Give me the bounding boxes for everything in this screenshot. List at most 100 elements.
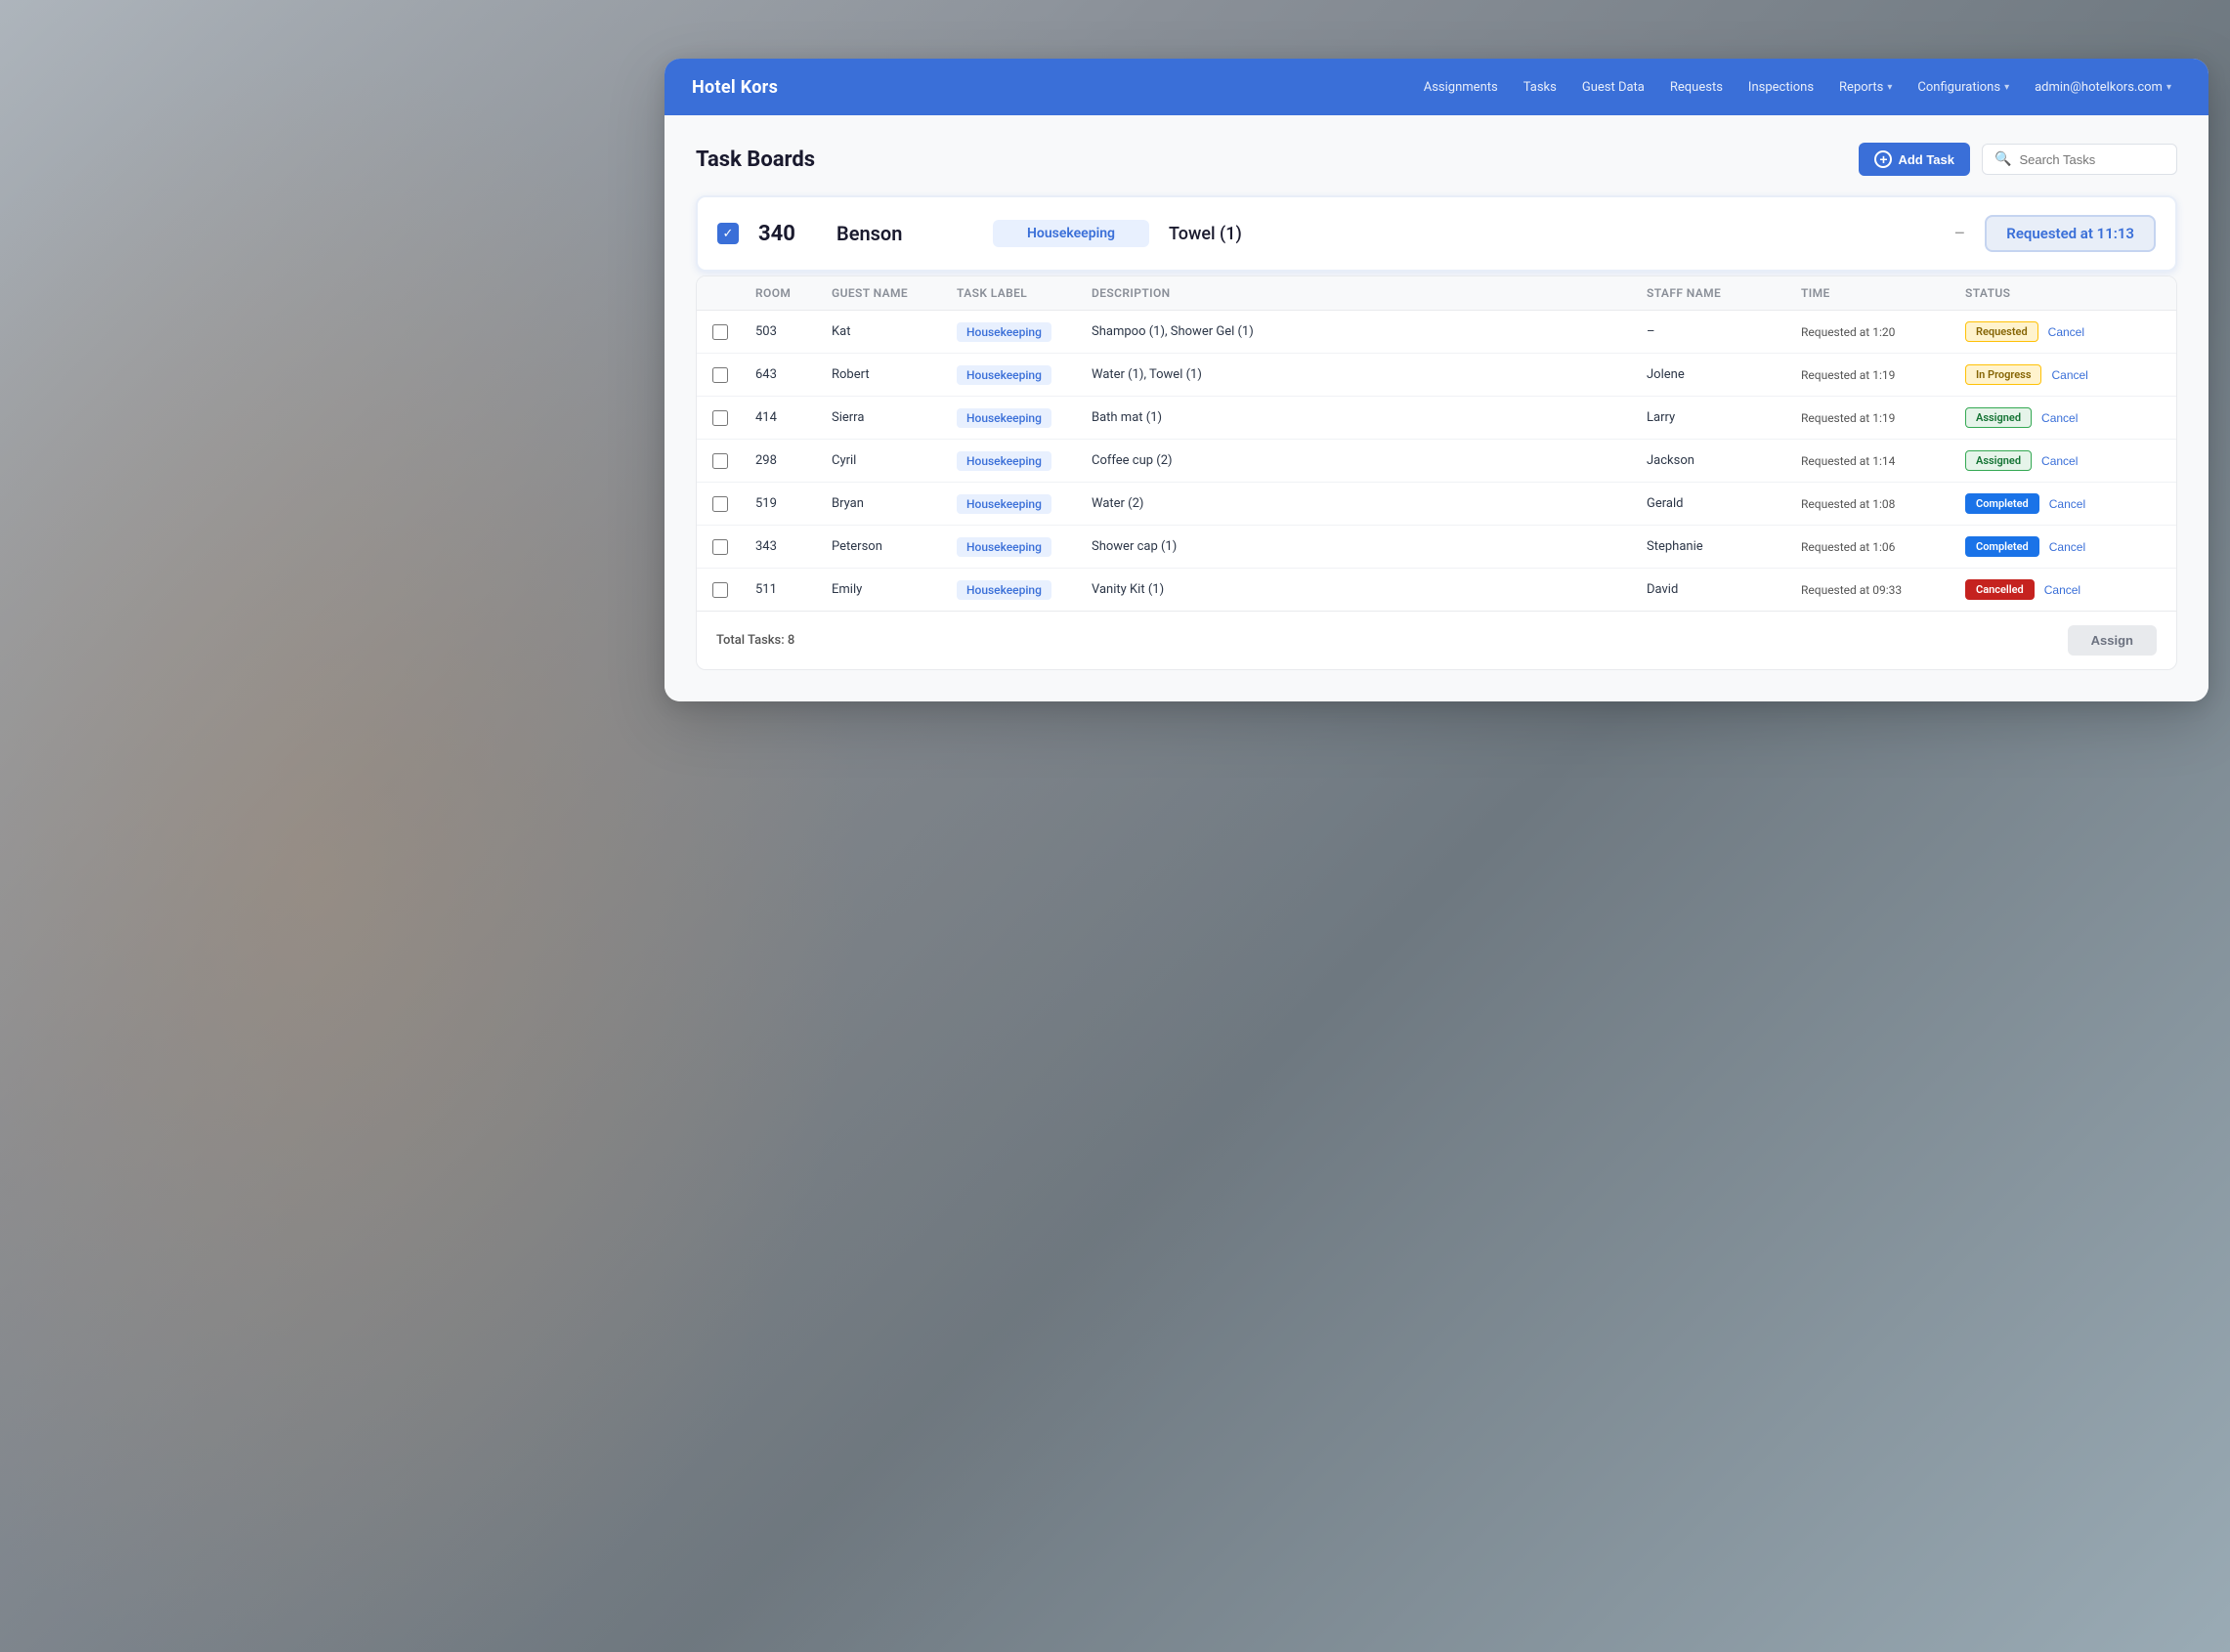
cell-time-2: Requested at 1:19 [1801, 411, 1957, 425]
cell-staff-1: Jolene [1647, 367, 1793, 382]
navbar: Hotel Kors Assignments Tasks Guest Data … [665, 59, 2209, 115]
cell-label-5: Housekeeping [957, 537, 1084, 557]
row-checkbox-4[interactable] [712, 496, 728, 512]
featured-guest: Benson [836, 222, 993, 245]
col-checkbox [712, 286, 748, 300]
col-guest: Guest Name [832, 286, 949, 300]
cell-label-2: Housekeeping [957, 408, 1084, 428]
cell-staff-2: Larry [1647, 410, 1793, 425]
cell-guest-2: Sierra [832, 410, 949, 425]
nav-assignments[interactable]: Assignments [1414, 74, 1508, 101]
cancel-button-3[interactable]: Cancel [2037, 454, 2081, 468]
assign-button[interactable]: Assign [2068, 625, 2157, 656]
cancel-button-5[interactable]: Cancel [2045, 540, 2089, 554]
cell-guest-6: Emily [832, 582, 949, 597]
cell-label-3: Housekeeping [957, 451, 1084, 471]
cell-room-0: 503 [755, 324, 824, 339]
cell-desc-6: Vanity Kit (1) [1092, 582, 1639, 597]
user-chevron: ▾ [2166, 82, 2171, 93]
nav-menu: Assignments Tasks Guest Data Requests In… [809, 74, 2181, 101]
cancel-button-1[interactable]: Cancel [2047, 368, 2091, 382]
featured-status-badge: Requested at 11:13 [1985, 215, 2156, 252]
col-status: Status [1965, 286, 2161, 300]
search-box[interactable]: 🔍 [1982, 144, 2177, 175]
nav-requests[interactable]: Requests [1660, 74, 1733, 101]
row-checkbox-5[interactable] [712, 539, 728, 555]
cell-guest-4: Bryan [832, 496, 949, 511]
add-task-button[interactable]: + Add Task [1859, 143, 1970, 176]
status-cell-1: In Progress Cancel [1965, 364, 2161, 385]
configurations-chevron: ▾ [2004, 82, 2009, 93]
cancel-button-6[interactable]: Cancel [2040, 583, 2084, 597]
col-staff: Staff Name [1647, 286, 1793, 300]
page-title: Task Boards [696, 148, 815, 172]
table-row: 503 Kat Housekeeping Shampoo (1), Shower… [697, 311, 2176, 354]
col-label: Task Label [957, 286, 1084, 300]
cell-room-4: 519 [755, 496, 824, 511]
status-cell-4: Completed Cancel [1965, 493, 2161, 514]
row-checkbox-3[interactable] [712, 453, 728, 469]
nav-inspections[interactable]: Inspections [1738, 74, 1823, 101]
status-badge-1: In Progress [1965, 364, 2041, 385]
row-checkbox-6[interactable] [712, 582, 728, 598]
status-cell-2: Assigned Cancel [1965, 407, 2161, 428]
cell-room-1: 643 [755, 367, 824, 382]
cell-desc-2: Bath mat (1) [1092, 410, 1639, 425]
featured-task-row: 340 Benson Housekeeping Towel (1) – Requ… [696, 195, 2177, 272]
col-description: Description [1092, 286, 1639, 300]
cell-time-1: Requested at 1:19 [1801, 368, 1957, 382]
featured-room: 340 [758, 222, 836, 246]
cell-desc-5: Shower cap (1) [1092, 539, 1639, 554]
nav-user-menu[interactable]: admin@hotelkors.com ▾ [2025, 74, 2181, 101]
featured-description: Towel (1) [1149, 224, 1934, 244]
row-checkbox-0[interactable] [712, 324, 728, 340]
header-actions: + Add Task 🔍 [1859, 143, 2177, 176]
cell-room-6: 511 [755, 582, 824, 597]
cancel-button-0[interactable]: Cancel [2044, 325, 2088, 339]
cell-time-4: Requested at 1:08 [1801, 497, 1957, 511]
status-cell-5: Completed Cancel [1965, 536, 2161, 557]
status-badge-5: Completed [1965, 536, 2039, 557]
cell-staff-4: Gerald [1647, 496, 1793, 511]
status-badge-3: Assigned [1965, 450, 2032, 471]
cell-guest-5: Peterson [832, 539, 949, 554]
cell-desc-1: Water (1), Towel (1) [1092, 367, 1639, 382]
cell-staff-5: Stephanie [1647, 539, 1793, 554]
cell-guest-3: Cyril [832, 453, 949, 468]
cell-label-4: Housekeeping [957, 494, 1084, 514]
search-icon: 🔍 [1994, 151, 2011, 167]
cell-room-5: 343 [755, 539, 824, 554]
nav-tasks[interactable]: Tasks [1514, 74, 1566, 101]
cell-staff-3: Jackson [1647, 453, 1793, 468]
status-cell-3: Assigned Cancel [1965, 450, 2161, 471]
table-row: 343 Peterson Housekeeping Shower cap (1)… [697, 526, 2176, 569]
cell-guest-1: Robert [832, 367, 949, 382]
search-input[interactable] [2019, 152, 2165, 167]
table-row: 298 Cyril Housekeeping Coffee cup (2) Ja… [697, 440, 2176, 483]
table-row: 643 Robert Housekeeping Water (1), Towel… [697, 354, 2176, 397]
app-panel: Hotel Kors Assignments Tasks Guest Data … [665, 59, 2209, 701]
brand-logo: Hotel Kors [692, 77, 778, 98]
cell-desc-0: Shampoo (1), Shower Gel (1) [1092, 324, 1639, 339]
nav-reports[interactable]: Reports ▾ [1829, 74, 1902, 101]
status-badge-4: Completed [1965, 493, 2039, 514]
cell-time-0: Requested at 1:20 [1801, 325, 1957, 339]
cancel-button-2[interactable]: Cancel [2037, 411, 2081, 425]
row-checkbox-2[interactable] [712, 410, 728, 426]
cell-room-3: 298 [755, 453, 824, 468]
table-row: 511 Emily Housekeeping Vanity Kit (1) Da… [697, 569, 2176, 611]
cancel-button-4[interactable]: Cancel [2045, 497, 2089, 511]
featured-checkbox[interactable] [717, 223, 739, 244]
status-badge-0: Requested [1965, 321, 2038, 342]
cell-room-2: 414 [755, 410, 824, 425]
nav-guest-data[interactable]: Guest Data [1572, 74, 1654, 101]
cell-desc-3: Coffee cup (2) [1092, 453, 1639, 468]
cell-label-1: Housekeeping [957, 365, 1084, 385]
page-header: Task Boards + Add Task 🔍 [696, 143, 2177, 176]
row-checkbox-1[interactable] [712, 367, 728, 383]
plus-icon: + [1874, 150, 1892, 168]
cell-label-6: Housekeeping [957, 580, 1084, 600]
nav-configurations[interactable]: Configurations ▾ [1908, 74, 2019, 101]
cell-time-3: Requested at 1:14 [1801, 454, 1957, 468]
cell-desc-4: Water (2) [1092, 496, 1639, 511]
